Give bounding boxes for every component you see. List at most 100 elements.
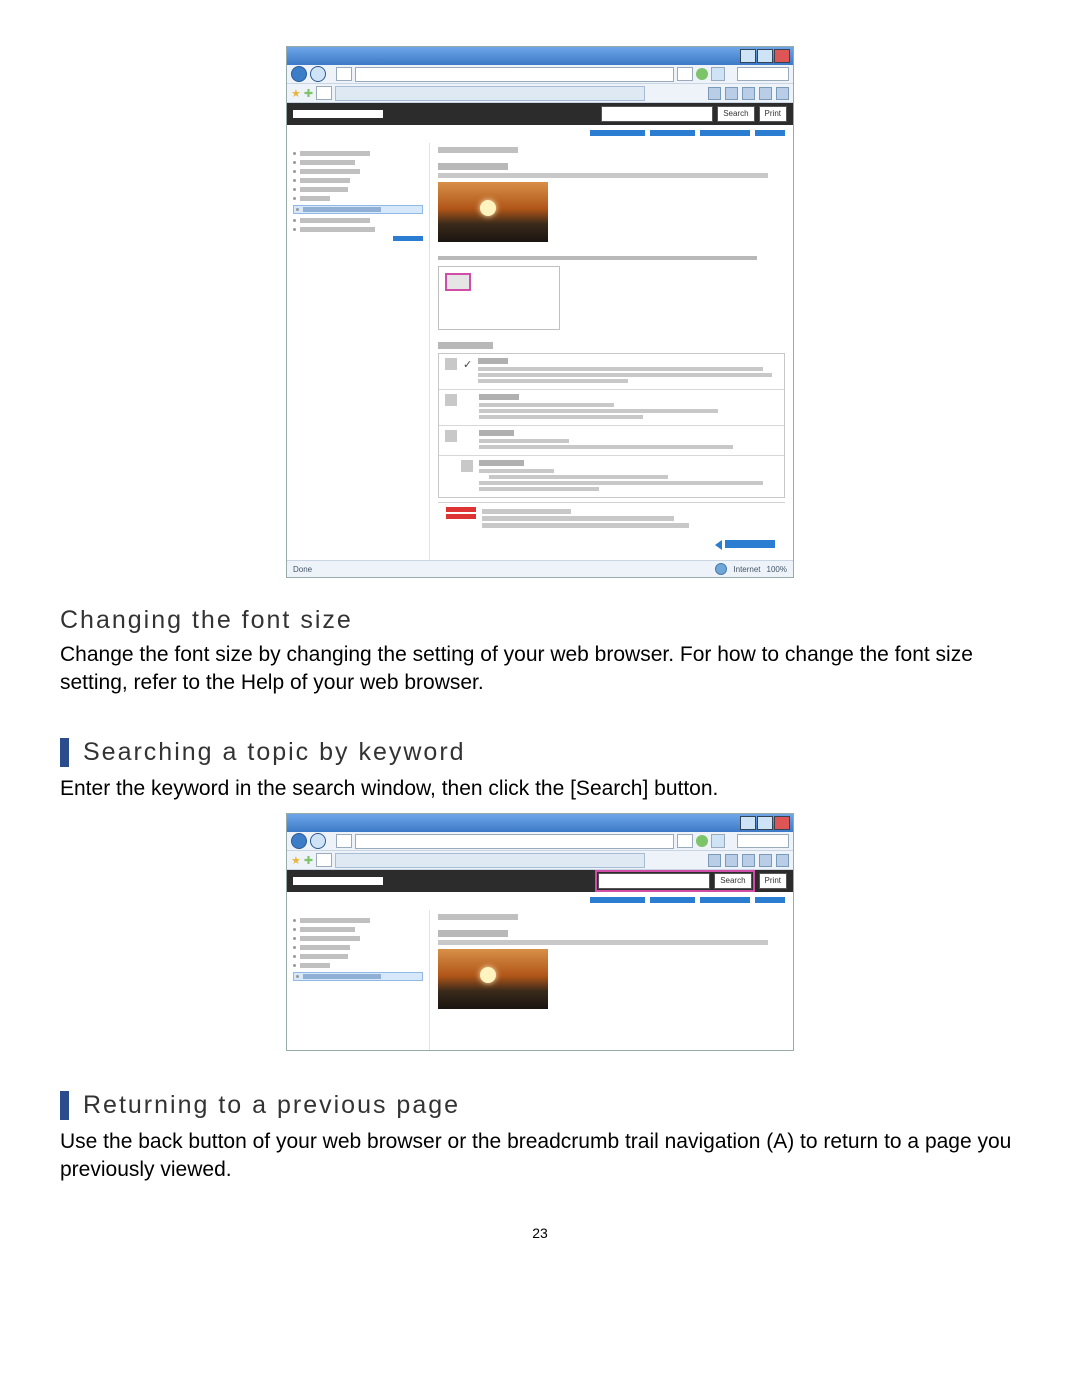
maximize-button[interactable]: [757, 816, 773, 830]
article-image-sunset: [438, 182, 548, 242]
sidebar-item[interactable]: [293, 218, 423, 223]
refresh-button[interactable]: [677, 67, 693, 81]
search-input[interactable]: [598, 873, 710, 889]
go-button[interactable]: [696, 68, 708, 80]
maximize-button[interactable]: [757, 49, 773, 63]
row-title: [479, 460, 524, 466]
window-buttons: [740, 816, 790, 830]
browser-screenshot-full: ★ ✚ Search Print: [286, 46, 794, 578]
nav-link[interactable]: [590, 130, 645, 136]
favorites-icon[interactable]: ★: [291, 87, 301, 100]
close-button[interactable]: [774, 49, 790, 63]
search-engine-box[interactable]: [737, 834, 789, 848]
main-content: ✓: [430, 143, 793, 560]
sidebar-item[interactable]: [293, 187, 423, 192]
top-link[interactable]: [725, 540, 775, 548]
add-favorite-icon[interactable]: ✚: [304, 87, 313, 100]
print-icon[interactable]: [742, 854, 755, 867]
browser-tab[interactable]: [335, 853, 645, 868]
check-icon: ✓: [463, 360, 472, 370]
page-menu-icon[interactable]: [759, 87, 772, 100]
minimize-button[interactable]: [740, 49, 756, 63]
tab-icon: [316, 853, 332, 867]
page-menu-icon[interactable]: [759, 854, 772, 867]
feed-icon[interactable]: [725, 854, 738, 867]
content-area: [287, 910, 793, 1050]
nav-link[interactable]: [700, 897, 750, 903]
back-button[interactable]: [291, 833, 307, 849]
nav-link[interactable]: [650, 130, 695, 136]
internet-zone-icon: [715, 563, 727, 575]
sidebar-item[interactable]: [293, 169, 423, 174]
main-content: [430, 910, 793, 1050]
sidebar-item[interactable]: [293, 196, 423, 201]
minimize-button[interactable]: [740, 816, 756, 830]
window-titlebar: [287, 47, 793, 65]
table-row: [439, 426, 784, 456]
print-icon[interactable]: [742, 87, 755, 100]
sidebar-item[interactable]: [293, 945, 423, 950]
sidebar-item[interactable]: [293, 918, 423, 923]
window-buttons: [740, 49, 790, 63]
print-button[interactable]: Print: [759, 106, 787, 122]
search-input[interactable]: [601, 106, 713, 122]
search-group: Search Print: [595, 870, 787, 892]
sidebar-item-selected[interactable]: [293, 205, 423, 214]
sidebar-item[interactable]: [293, 936, 423, 941]
sidebar-item[interactable]: [293, 927, 423, 932]
search-button[interactable]: Search: [717, 106, 754, 122]
content-area: ✓: [287, 143, 793, 560]
browser-tab[interactable]: [335, 86, 645, 101]
feed-icon[interactable]: [725, 87, 738, 100]
sidebar-sublink[interactable]: [293, 236, 423, 241]
home-icon[interactable]: [708, 854, 721, 867]
forward-button[interactable]: [310, 66, 326, 82]
nav-link[interactable]: [755, 130, 785, 136]
print-button[interactable]: Print: [759, 873, 787, 889]
nav-link[interactable]: [700, 130, 750, 136]
nav-link[interactable]: [650, 897, 695, 903]
address-bar[interactable]: [355, 67, 674, 82]
toolbar-icons: [708, 854, 789, 867]
triangle-icon: [715, 540, 722, 550]
footer-block: [438, 502, 785, 534]
stop-button[interactable]: [711, 834, 725, 848]
nav-link[interactable]: [590, 897, 645, 903]
sidebar-item[interactable]: [293, 160, 423, 165]
go-button[interactable]: [696, 835, 708, 847]
item-label: [438, 342, 493, 349]
sidebar-item[interactable]: [293, 178, 423, 183]
stop-button[interactable]: [711, 67, 725, 81]
row-title: [479, 430, 514, 436]
status-zone: Internet: [733, 565, 760, 574]
sidebar-item[interactable]: [293, 963, 423, 968]
close-button[interactable]: [774, 816, 790, 830]
search-engine-box[interactable]: [737, 67, 789, 81]
top-nav-links: [287, 892, 793, 910]
search-group: Search Print: [601, 106, 787, 122]
sidebar-item-selected[interactable]: [293, 972, 423, 981]
search-button[interactable]: Search: [714, 873, 751, 889]
sun-icon: [480, 200, 496, 216]
window-titlebar: [287, 814, 793, 832]
sidebar-item[interactable]: [293, 151, 423, 156]
sidebar-item[interactable]: [293, 954, 423, 959]
table-row: ✓: [439, 354, 784, 390]
tools-icon[interactable]: [776, 87, 789, 100]
sidebar-item[interactable]: [293, 227, 423, 232]
back-button[interactable]: [291, 66, 307, 82]
sun-icon: [480, 967, 496, 983]
add-favorite-icon[interactable]: ✚: [304, 854, 313, 867]
address-bar[interactable]: [355, 834, 674, 849]
refresh-button[interactable]: [677, 834, 693, 848]
article-title: [438, 914, 518, 920]
top-nav-links: [287, 125, 793, 143]
navigation-toolbar: [287, 832, 793, 850]
tools-icon[interactable]: [776, 854, 789, 867]
nav-link[interactable]: [755, 897, 785, 903]
favorites-icon[interactable]: ★: [291, 854, 301, 867]
site-header: Search Print: [287, 103, 793, 125]
forward-button[interactable]: [310, 833, 326, 849]
home-icon[interactable]: [708, 87, 721, 100]
toolbar-icons: [708, 87, 789, 100]
